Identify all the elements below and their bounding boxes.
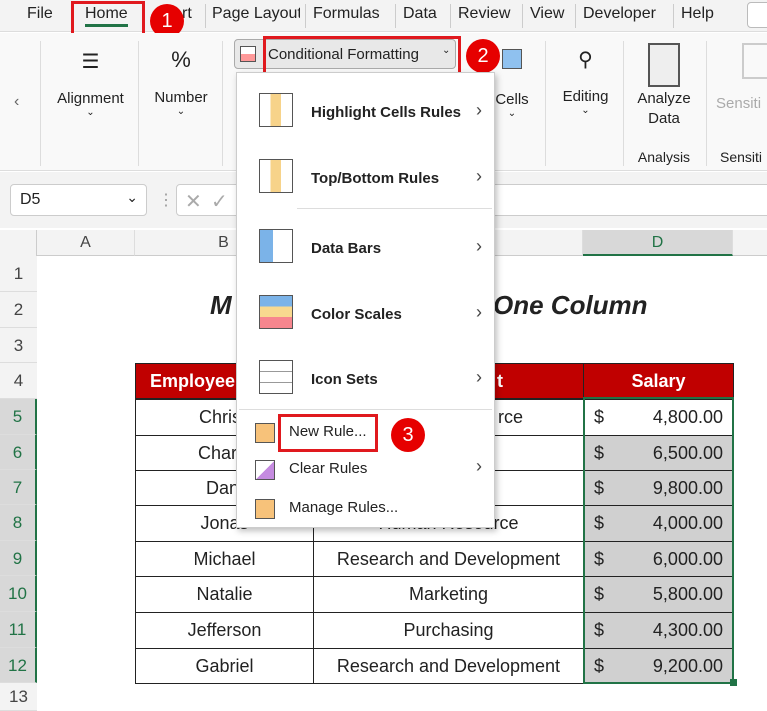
row-header[interactable]: 6 [0, 435, 37, 470]
tab-view[interactable]: View [530, 5, 564, 23]
row-header[interactable]: 5 [0, 399, 37, 435]
sensitivity-icon [742, 43, 767, 79]
row-header[interactable]: 3 [0, 328, 37, 363]
row-header[interactable]: 9 [0, 541, 37, 576]
top-bottom-icon [259, 159, 293, 193]
color-scales-icon [259, 295, 293, 329]
department-cell[interactable]: Marketing [313, 576, 584, 613]
department-cell[interactable]: Research and Development [313, 541, 584, 577]
callout-badge-3: 3 [391, 418, 425, 452]
analyze-data-icon [648, 43, 680, 87]
row-header[interactable]: 11 [0, 612, 37, 648]
department-cell[interactable]: Purchasing [313, 612, 584, 649]
callout-box-new-rule [278, 414, 378, 452]
row-header[interactable]: 10 [0, 576, 37, 612]
column-header-a[interactable]: A [37, 230, 135, 256]
menu-clear-rules[interactable]: Clear Rules › [237, 454, 494, 486]
row-header[interactable]: 12 [0, 648, 37, 683]
row-header[interactable]: 4 [0, 363, 37, 399]
number-group[interactable]: % Number ⌄ [145, 47, 217, 117]
cancel-icon[interactable]: ✕ [185, 189, 202, 214]
format-table-icon [502, 49, 522, 69]
select-all[interactable] [0, 230, 37, 256]
percent-icon: % [171, 47, 191, 72]
menu-data-bars[interactable]: Data Bars › [237, 223, 494, 273]
employee-cell[interactable]: Gabriel [135, 648, 314, 684]
column-header-d[interactable]: D [583, 230, 733, 256]
tab-page-layout[interactable]: Page Layout [212, 5, 300, 23]
comments-button[interactable] [747, 2, 767, 28]
callout-badge-2: 2 [466, 39, 500, 73]
department-cell[interactable]: Research and Development [313, 648, 584, 684]
tab-developer[interactable]: Developer [583, 5, 656, 23]
employee-cell[interactable]: Natalie [135, 576, 314, 613]
clear-rules-icon [255, 460, 275, 480]
row-header[interactable]: 1 [0, 256, 37, 292]
sensitivity-group-label: Sensiti [720, 149, 763, 165]
scroll-left-icon[interactable]: ‹ [14, 93, 19, 111]
analyze-data-button[interactable]: Analyze Data [630, 43, 698, 129]
conditional-formatting-icon [240, 46, 256, 62]
name-box[interactable]: D5 ⌄ [10, 184, 147, 216]
conditional-formatting-menu: Highlight Cells Rules › Top/Bottom Rules ›… [236, 72, 495, 528]
tab-review[interactable]: Review [458, 5, 510, 23]
chevron-down-icon: ⌄ [126, 189, 138, 205]
menu-highlight-cells-rules[interactable]: Highlight Cells Rules › [237, 87, 494, 137]
selection-range [583, 397, 734, 684]
employee-cell[interactable]: Jefferson [135, 612, 314, 649]
row-header[interactable]: 2 [0, 292, 37, 328]
sensitivity-button[interactable]: Sensiti [716, 43, 767, 112]
new-rule-icon [255, 423, 275, 443]
menu-icon-sets[interactable]: Icon Sets › [237, 354, 494, 404]
tab-file[interactable]: File [27, 5, 53, 23]
tab-formulas[interactable]: Formulas [313, 5, 380, 23]
editing-group[interactable]: ⚲ Editing ⌄ [553, 47, 618, 116]
menu-color-scales[interactable]: Color Scales › [237, 289, 494, 339]
alignment-group[interactable]: ☰ Alignment ⌄ [48, 49, 133, 118]
tab-help[interactable]: Help [681, 5, 714, 23]
analysis-group-label: Analysis [637, 149, 691, 165]
manage-rules-icon [255, 499, 275, 519]
fill-handle[interactable] [730, 679, 737, 686]
menu-top-bottom-rules[interactable]: Top/Bottom Rules › [237, 153, 494, 203]
icon-sets-icon [259, 360, 293, 394]
row-header[interactable]: 13 [0, 683, 37, 711]
search-icon: ⚲ [578, 49, 593, 71]
align-icon: ☰ [81, 51, 100, 73]
cells-group[interactable]: Cells ⌄ [492, 91, 532, 119]
column-header-e[interactable] [733, 230, 767, 256]
row-header[interactable]: 8 [0, 505, 37, 541]
menu-manage-rules[interactable]: Manage Rules... [237, 493, 494, 525]
tab-data[interactable]: Data [403, 5, 437, 23]
highlight-cells-icon [259, 93, 293, 127]
employee-cell[interactable]: Michael [135, 541, 314, 577]
enter-icon[interactable]: ✓ [211, 189, 228, 214]
data-bars-icon [259, 229, 293, 263]
header-salary[interactable]: Salary [583, 363, 734, 399]
row-header[interactable]: 7 [0, 470, 37, 505]
